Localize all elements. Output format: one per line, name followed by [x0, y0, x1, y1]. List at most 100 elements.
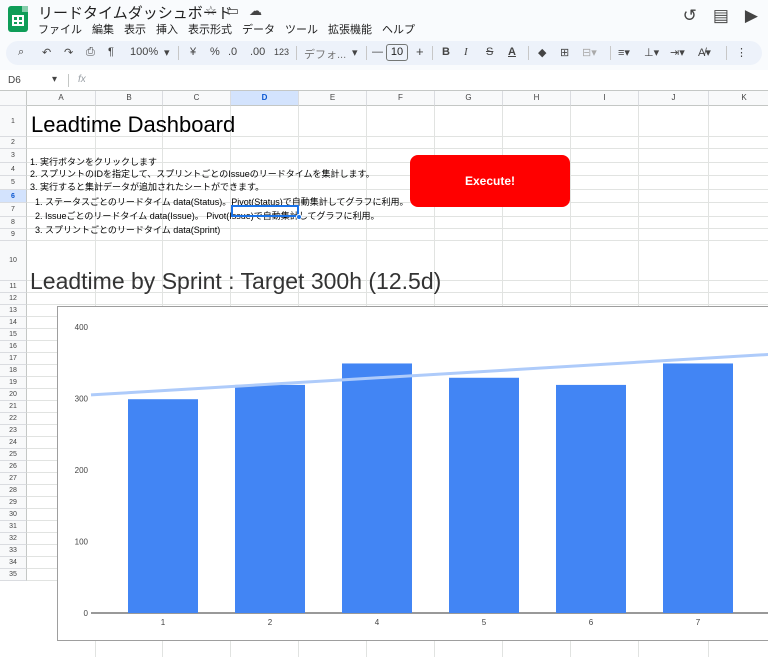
row-header-29[interactable]: 29 [0, 497, 27, 509]
column-header-i[interactable]: I [571, 91, 639, 106]
strikethrough-button[interactable]: S [486, 46, 493, 58]
column-header-d[interactable]: D [231, 91, 299, 106]
decrease-decimal-button[interactable]: .0 [228, 46, 237, 58]
row-header-3[interactable]: 3 [0, 149, 27, 163]
cloud-status-icon[interactable]: ☁ [249, 3, 262, 18]
print-icon[interactable]: ⎙ [86, 46, 95, 59]
bar-sprint-7[interactable] [663, 363, 733, 613]
column-header-f[interactable]: F [367, 91, 435, 106]
paint-format-icon[interactable]: ¶ [108, 46, 114, 58]
column-header-h[interactable]: H [503, 91, 571, 106]
row-header-21[interactable]: 21 [0, 401, 27, 413]
comment-icon[interactable]: ▤ [713, 6, 729, 25]
row-header-22[interactable]: 22 [0, 413, 27, 425]
increase-decimal-button[interactable]: .00 [250, 46, 265, 58]
row-header-34[interactable]: 34 [0, 557, 27, 569]
zoom-chevron-icon[interactable]: ▾ [164, 46, 170, 59]
bar-sprint-2[interactable] [235, 384, 305, 613]
document-title[interactable]: リードタイムダッシュボード [38, 2, 233, 23]
bar-sprint-1[interactable] [128, 399, 198, 613]
horizontal-align-icon[interactable]: ≡▾ [618, 46, 630, 59]
menu-view[interactable]: 表示 [124, 24, 146, 36]
menu-file[interactable]: ファイル [38, 24, 82, 36]
row-header-27[interactable]: 27 [0, 473, 27, 485]
star-icon[interactable]: ☆ [205, 3, 217, 18]
row-header-7[interactable]: 7 [0, 203, 27, 217]
zoom-select[interactable]: 100% [130, 46, 158, 58]
row-header-11[interactable]: 11 [0, 281, 27, 293]
merge-cells-icon[interactable]: ⊟▾ [582, 46, 597, 59]
row-header-26[interactable]: 26 [0, 461, 27, 473]
font-size-input[interactable]: 10 [386, 44, 408, 61]
execute-button[interactable]: Execute! [410, 155, 570, 207]
row-header-17[interactable]: 17 [0, 353, 27, 365]
column-header-b[interactable]: B [96, 91, 163, 106]
selected-cell-d6[interactable] [231, 205, 299, 217]
font-chevron-icon[interactable]: ▾ [352, 46, 358, 59]
column-header-c[interactable]: C [163, 91, 231, 106]
row-header-25[interactable]: 25 [0, 449, 27, 461]
column-header-j[interactable]: J [639, 91, 709, 106]
text-rotation-icon[interactable]: A̸▾ [698, 46, 711, 59]
history-icon[interactable]: ↺ [683, 6, 697, 25]
row-header-23[interactable]: 23 [0, 425, 27, 437]
row-header-32[interactable]: 32 [0, 533, 27, 545]
row-header-35[interactable]: 35 [0, 569, 27, 581]
undo-icon[interactable]: ↶ [42, 46, 51, 59]
row-header-19[interactable]: 19 [0, 377, 27, 389]
menu-extensions[interactable]: 拡張機能 [328, 24, 372, 36]
font-size-increase-button[interactable]: + [416, 44, 424, 59]
menu-tools[interactable]: ツール [285, 24, 318, 36]
name-box[interactable]: D6 [8, 75, 21, 86]
row-header-14[interactable]: 14 [0, 317, 27, 329]
menu-help[interactable]: ヘルプ [382, 24, 415, 36]
row-header-30[interactable]: 30 [0, 509, 27, 521]
row-header-13[interactable]: 13 [0, 305, 27, 317]
row-header-28[interactable]: 28 [0, 485, 27, 497]
row-header-31[interactable]: 31 [0, 521, 27, 533]
row-header-10[interactable]: 10 [0, 241, 27, 281]
borders-icon[interactable]: ⊞ [560, 46, 569, 59]
fill-handle[interactable] [296, 214, 302, 220]
row-header-12[interactable]: 12 [0, 293, 27, 305]
menu-edit[interactable]: 編集 [92, 24, 114, 36]
row-header-4[interactable]: 4 [0, 163, 27, 176]
menu-format[interactable]: 表示形式 [188, 24, 232, 36]
search-icon[interactable]: ⌕ [18, 46, 24, 59]
bar-sprint-6[interactable] [556, 384, 626, 613]
italic-button[interactable]: I [464, 46, 468, 58]
more-options-icon[interactable]: ⋮ [736, 46, 747, 59]
row-header-8[interactable]: 8 [0, 217, 27, 229]
column-header-k[interactable]: K [709, 91, 768, 106]
font-select[interactable]: デフォ... [304, 46, 346, 62]
leadtime-chart[interactable]: 0 100 200 300 400 1 2 4 5 6 7 [57, 306, 768, 641]
row-header-9[interactable]: 9 [0, 229, 27, 241]
text-wrap-icon[interactable]: ⇥▾ [670, 46, 685, 59]
menu-insert[interactable]: 挿入 [156, 24, 178, 36]
row-header-33[interactable]: 33 [0, 545, 27, 557]
meet-icon[interactable]: ▶ [745, 6, 758, 25]
font-size-decrease-button[interactable]: — [372, 46, 383, 58]
bar-sprint-4[interactable] [342, 363, 412, 613]
row-header-18[interactable]: 18 [0, 365, 27, 377]
row-header-20[interactable]: 20 [0, 389, 27, 401]
percent-format-button[interactable]: % [210, 46, 220, 58]
row-header-2[interactable]: 2 [0, 137, 27, 149]
row-header-16[interactable]: 16 [0, 341, 27, 353]
row-header-6[interactable]: 6 [0, 190, 27, 203]
vertical-align-icon[interactable]: ⊥▾ [644, 46, 659, 59]
select-all-corner[interactable] [0, 91, 27, 106]
text-color-button[interactable]: A [508, 46, 516, 58]
row-header-5[interactable]: 5 [0, 176, 27, 190]
more-formats-button[interactable]: 123 [274, 47, 289, 57]
sheets-logo-icon[interactable] [8, 6, 28, 32]
row-header-24[interactable]: 24 [0, 437, 27, 449]
bar-sprint-5[interactable] [449, 377, 519, 613]
row-header-15[interactable]: 15 [0, 329, 27, 341]
fill-color-icon[interactable]: ◆ [538, 46, 546, 59]
column-header-g[interactable]: G [435, 91, 503, 106]
move-folder-icon[interactable]: ▭ [227, 3, 239, 18]
row-header-1[interactable]: 1 [0, 106, 27, 137]
bold-button[interactable]: B [442, 46, 450, 58]
currency-format-button[interactable]: ¥ [190, 46, 196, 58]
